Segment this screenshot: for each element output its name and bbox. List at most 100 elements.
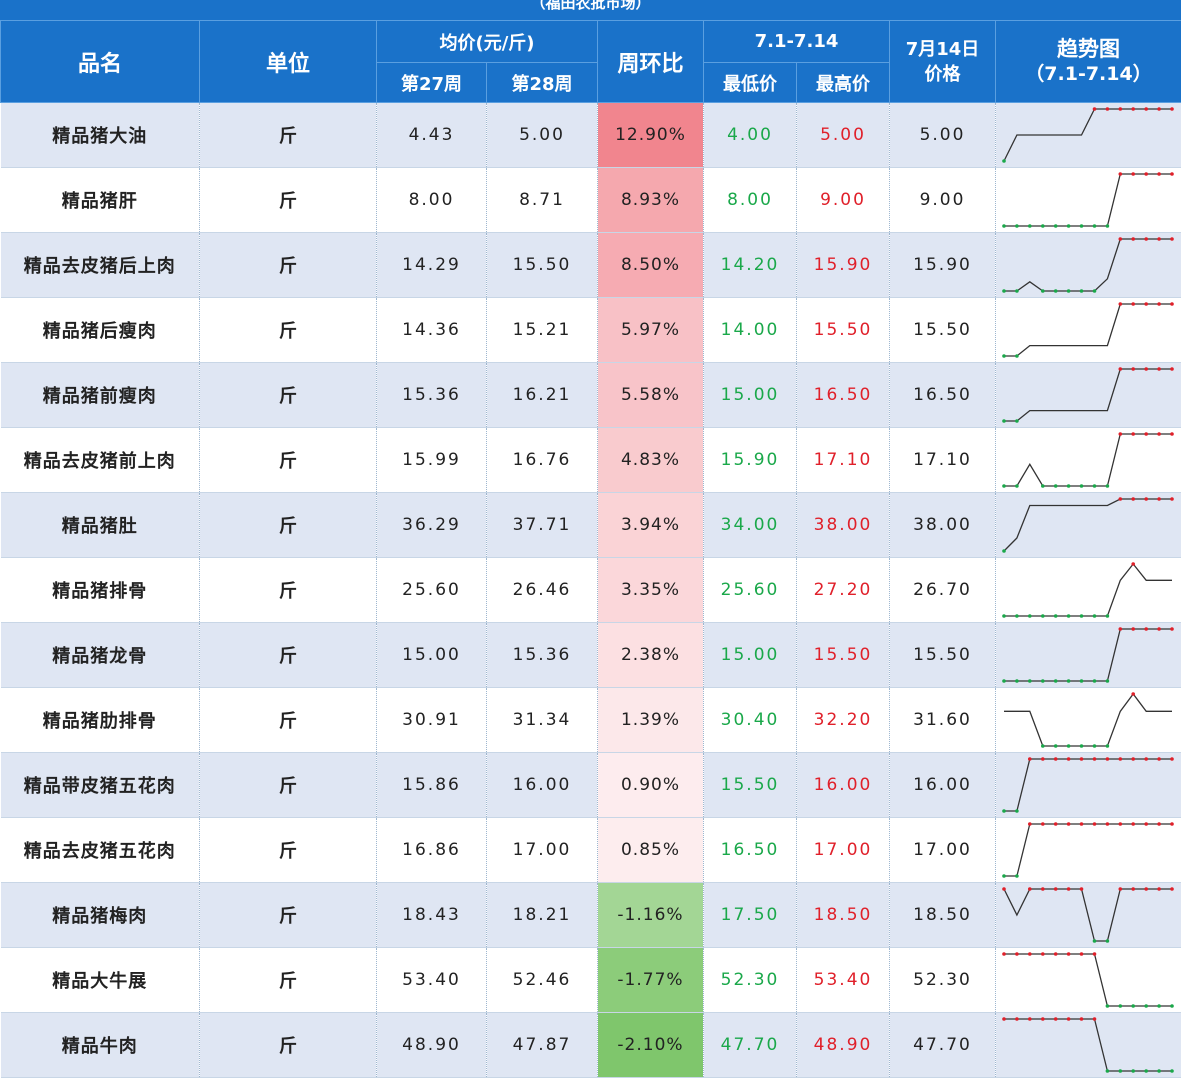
week27-avg: 8.00 [376,167,487,233]
sparkline-high-point [1144,367,1148,371]
wow-change: 5.58% [597,362,704,428]
sparkline-low-point [1092,224,1097,228]
week28-avg: 16.21 [486,362,598,428]
sparkline-high-point [1105,107,1110,111]
jul14-price: 15.90 [889,232,996,298]
max-price: 48.90 [796,1012,890,1078]
item-name: 精品猪龙骨 [0,622,200,688]
trend-sparkline [995,102,1181,168]
sparkline-low-point [1092,679,1097,683]
week27-avg: 18.43 [376,882,487,948]
sparkline-low-point [1002,549,1006,553]
table-row: 精品带皮猪五花肉斤 15.86 16.00 0.90% 15.50 16.00 16.00 [0,752,1181,818]
sparkline-line [1003,888,1172,942]
sparkline-high-point [1157,432,1161,436]
sparkline-high-point [1157,107,1161,111]
trend-sparkline [995,752,1181,818]
sparkline-high-point [1131,627,1135,631]
jul14-price: 18.50 [889,882,996,948]
table-row: 精品猪梅肉斤 18.43 18.21 -1.16% 17.50 18.50 18.50 [0,882,1181,948]
min-price: 15.50 [703,752,797,818]
sparkline-low-point [1015,354,1019,358]
sparkline-high-point [1170,822,1174,826]
trend-sparkline [995,947,1181,1013]
sparkline-line [1004,1018,1172,1072]
sparkline-chart [1002,952,1174,1008]
week28-avg: 15.21 [486,297,598,363]
header-trend-line2: （7.1-7.14） [1025,62,1152,85]
week27-avg: 36.29 [376,492,487,558]
sparkline-high-point [1144,627,1148,631]
sparkline-low-point [1028,224,1032,228]
trend-sparkline [995,492,1181,558]
sparkline-chart [1004,692,1172,748]
week27-avg: 30.91 [376,687,487,753]
wow-change: 8.93% [597,167,704,233]
sparkline-high-point [1053,887,1058,891]
header-unit: 单位 [199,20,377,103]
sparkline-low-point [1015,679,1019,683]
header-avg-group: 均价(元/斤) [376,20,598,63]
sparkline-low-point [1118,1004,1123,1008]
sparkline-high-point [1092,1017,1097,1021]
wow-change: -1.77% [597,947,704,1013]
item-name: 精品猪大油 [0,102,200,168]
table-row: 精品去皮猪前上肉斤 15.99 16.76 4.83% 15.90 17.10 17.10 [0,427,1181,493]
sparkline-low-point [1041,679,1045,683]
header-max: 最高价 [796,62,890,103]
sparkline-chart [1002,237,1174,293]
wow-change: 0.85% [597,817,704,883]
item-unit: 斤 [199,752,377,818]
jul14-price: 9.00 [889,167,996,233]
jul14-price: 31.60 [889,687,996,753]
sparkline-high-point [1118,107,1123,111]
max-price: 5.00 [796,102,890,168]
sparkline-low-point [1028,614,1032,618]
sparkline-line [1004,368,1172,422]
sparkline-high-point [1131,887,1135,891]
sparkline-line [1004,173,1172,227]
sparkline-high-point [1053,1017,1058,1021]
min-price: 34.00 [703,492,797,558]
week27-avg: 15.00 [376,622,487,688]
sparkline-high-point [1157,302,1161,306]
sparkline-high-point [1105,822,1110,826]
trend-sparkline [995,687,1181,753]
table-row: 精品猪肚斤 36.29 37.71 3.94% 34.00 38.00 38.00 [0,492,1181,558]
min-price: 8.00 [703,167,797,233]
sparkline-high-point [1131,692,1135,696]
item-name: 精品猪排骨 [0,557,200,623]
sparkline-chart [1002,172,1174,228]
sparkline-low-point [1002,354,1006,358]
sparkline-line [1004,303,1172,357]
sparkline-high-point [1131,237,1135,241]
sparkline-low-point [1041,744,1045,748]
jul14-price: 15.50 [889,297,996,363]
item-name: 精品猪前瘦肉 [0,362,200,428]
max-price: 18.50 [796,882,890,948]
sparkline-high-point [1157,367,1161,371]
sparkline-high-point [1002,952,1006,956]
week27-avg: 4.43 [376,102,487,168]
sparkline-high-point [1118,172,1123,176]
sparkline-high-point [1028,822,1032,826]
sparkline-line [1004,823,1172,877]
item-unit: 斤 [199,557,377,623]
sparkline-high-point [1157,237,1161,241]
week28-avg: 17.00 [486,817,598,883]
table-row: 精品去皮猪后上肉斤 14.29 15.50 8.50% 14.20 15.90 15.90 [0,232,1181,298]
wow-change: 4.83% [597,427,704,493]
sparkline-high-point [1170,497,1174,501]
sparkline-low-point [1157,1004,1161,1008]
sparkline-low-point [1015,419,1019,423]
sparkline-high-point [1118,237,1123,241]
sparkline-high-point [1092,822,1097,826]
sparkline-high-point [1028,952,1032,956]
sparkline-low-point [1092,484,1097,488]
item-unit: 斤 [199,492,377,558]
item-unit: 斤 [199,687,377,753]
sparkline-low-point [1105,939,1110,943]
sparkline-high-point [1079,757,1084,761]
table-row: 精品猪龙骨斤 15.00 15.36 2.38% 15.00 15.50 15.50 [0,622,1181,688]
sparkline-line [1004,692,1172,747]
